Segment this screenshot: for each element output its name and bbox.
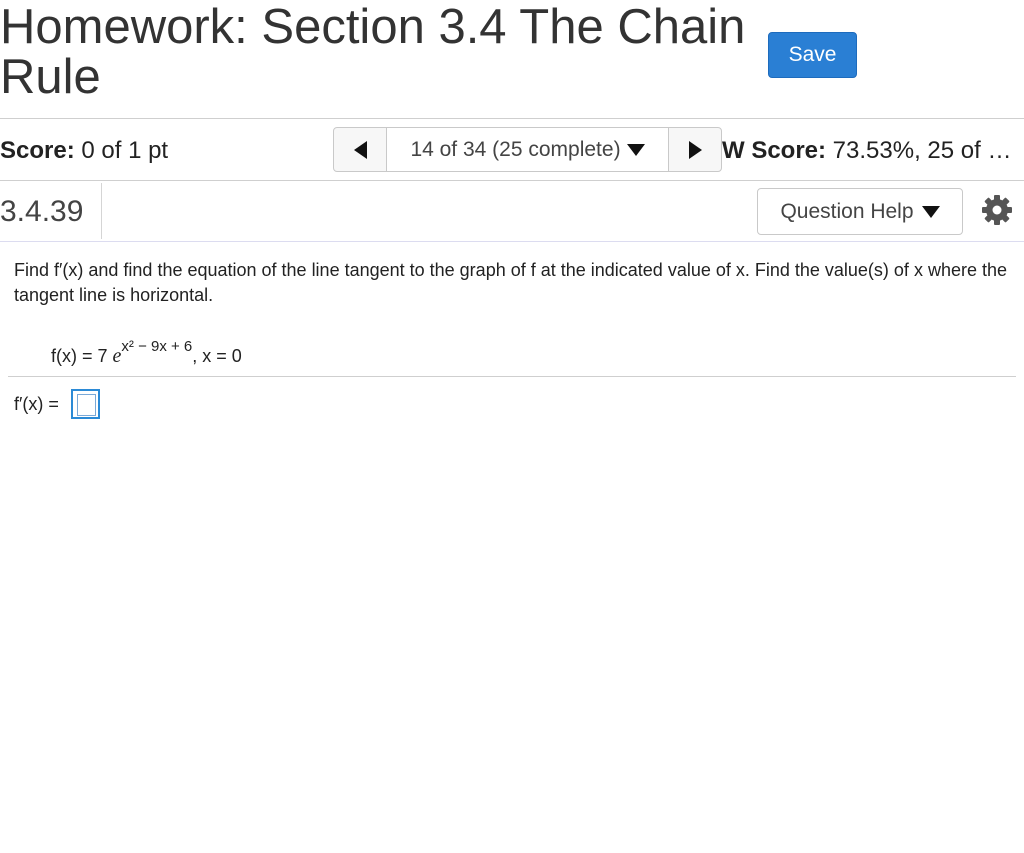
hw-score-value: 73.53%, 25 of …: [826, 137, 1012, 164]
page-title: Homework: Section 3.4 The Chain Rule: [0, 0, 746, 104]
chevron-down-icon: [626, 143, 645, 156]
question-prompt: Find f′(x) and find the equation of the …: [14, 260, 1007, 305]
formula-lhs: f(x) = 7: [51, 346, 113, 366]
answer-input-cursor-box: [77, 394, 96, 416]
next-question-button[interactable]: [668, 128, 721, 171]
divider: [0, 118, 1024, 119]
gear-icon[interactable]: [981, 194, 1013, 226]
question-position-label: 14 of 34 (25 complete): [410, 137, 621, 161]
homework-score: W Score: 73.53%, 25 of …: [722, 136, 1024, 166]
answer-input[interactable]: [71, 389, 100, 419]
chevron-down-icon: [921, 205, 940, 218]
question-position-dropdown[interactable]: 14 of 34 (25 complete): [387, 128, 668, 171]
formula-exponent: x² − 9x + 6: [121, 338, 193, 355]
divider: [0, 241, 1024, 242]
formula-point: , x = 0: [192, 346, 242, 366]
question-help-button[interactable]: Question Help: [757, 188, 963, 235]
previous-question-button[interactable]: [334, 128, 387, 171]
score-label: Score:: [0, 137, 75, 164]
divider: [101, 183, 102, 239]
divider: [8, 376, 1016, 377]
score-value: 0 of 1 pt: [74, 137, 169, 164]
hw-score-label: W Score:: [722, 137, 827, 164]
score: Score: 0 of 1 pt: [0, 136, 168, 166]
function-formula: f(x) = 7 ex² − 9x + 6, x = 0: [51, 338, 242, 369]
save-button[interactable]: Save: [768, 32, 857, 78]
answer-label: f′(x) =: [14, 394, 59, 414]
question-number: 3.4.39: [0, 195, 84, 228]
question-navigator: 14 of 34 (25 complete): [333, 127, 722, 172]
triangle-right-icon: [688, 140, 702, 159]
question-help-label: Question Help: [780, 199, 914, 223]
triangle-left-icon: [353, 140, 367, 159]
divider: [0, 180, 1024, 181]
